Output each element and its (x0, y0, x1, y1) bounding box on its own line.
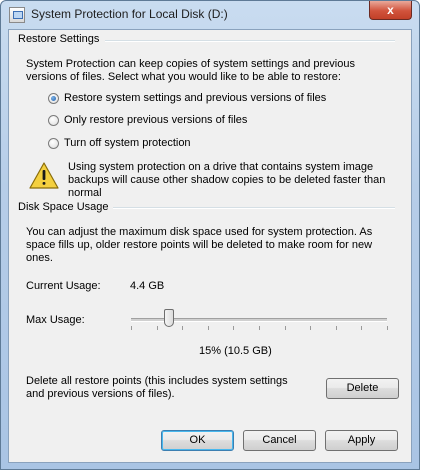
slider-tick (233, 326, 234, 330)
dialog-body: Restore Settings System Protection can k… (8, 29, 412, 463)
warning-text: Using system protection on a drive that … (68, 161, 386, 199)
cancel-button[interactable]: Cancel (243, 430, 316, 451)
apply-button[interactable]: Apply (325, 430, 398, 451)
radio-only-previous-files[interactable]: Only restore previous versions of files (48, 114, 348, 129)
disk-space-description: You can adjust the maximum disk space us… (26, 226, 373, 264)
radio-label: Only restore previous versions of files (64, 114, 248, 126)
disk-space-heading: Disk Space Usage (18, 201, 113, 213)
slider-tick (131, 326, 132, 330)
slider-tick (361, 326, 362, 330)
radio-button[interactable] (48, 138, 59, 149)
restore-settings-divider (105, 40, 395, 42)
radio-label: Turn off system protection (64, 137, 191, 149)
slider-tick (285, 326, 286, 330)
window-title: System Protection for Local Disk (D:) (31, 7, 228, 21)
slider-tick (387, 326, 388, 330)
slider-tick (310, 326, 311, 330)
slider-tick (208, 326, 209, 330)
dialog-window: System Protection for Local Disk (D:) x … (0, 0, 420, 470)
delete-button[interactable]: Delete (326, 378, 399, 399)
radio-restore-settings-and-files[interactable]: Restore system settings and previous ver… (48, 92, 348, 107)
radio-label: Restore system settings and previous ver… (64, 92, 327, 104)
restore-settings-heading: Restore Settings (18, 33, 104, 45)
slider-tick (336, 326, 337, 330)
disk-space-divider (105, 207, 395, 209)
drive-icon (9, 7, 25, 23)
warning-triangle-icon (29, 162, 59, 189)
current-usage-value: 4.4 GB (130, 280, 165, 292)
delete-restore-points-text: Delete all restore points (this includes… (26, 375, 288, 400)
radio-button-selected[interactable] (48, 93, 59, 104)
slider-tick (157, 326, 158, 330)
restore-settings-description: System Protection can keep copies of sys… (26, 58, 355, 83)
max-usage-slider-thumb[interactable] (164, 309, 174, 327)
current-usage-label: Current Usage: (26, 280, 101, 292)
max-usage-value: 15% (10.5 GB) (199, 345, 272, 357)
ok-button[interactable]: OK (161, 430, 234, 451)
radio-turn-off-protection[interactable]: Turn off system protection (48, 137, 348, 152)
slider-tick (259, 326, 260, 330)
title-bar[interactable]: System Protection for Local Disk (D:) x (1, 1, 419, 29)
close-button[interactable]: x (369, 1, 412, 20)
slider-tick (182, 326, 183, 330)
max-usage-label: Max Usage: (26, 314, 85, 326)
radio-button[interactable] (48, 115, 59, 126)
